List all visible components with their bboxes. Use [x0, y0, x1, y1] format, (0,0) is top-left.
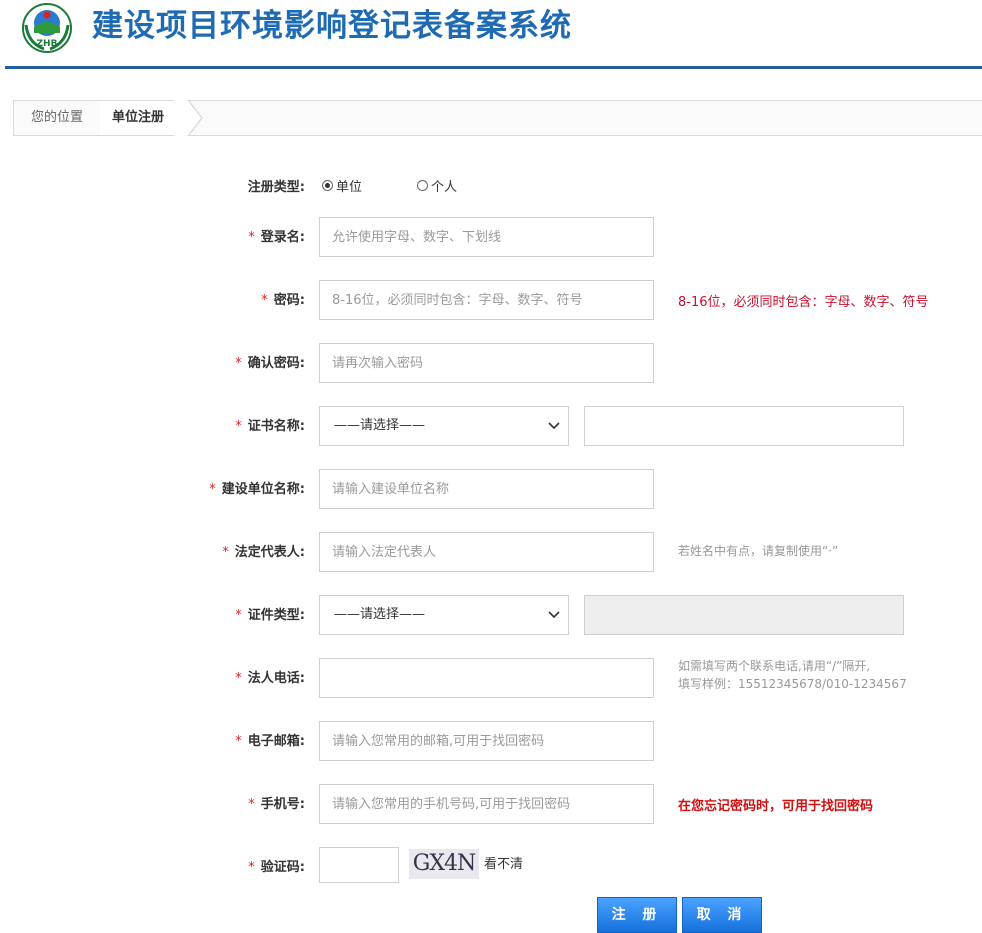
email-input[interactable]	[319, 721, 654, 761]
login-name-row: * 登录名:	[105, 226, 305, 246]
confirm-password-row: * 确认密码:	[105, 352, 305, 372]
required-mark: *	[235, 734, 242, 749]
confirm-password-label: 确认密码:	[247, 356, 305, 371]
required-mark: *	[235, 608, 242, 623]
chevron-down-icon	[548, 611, 560, 619]
cert-name-select-value: ——请选择——	[334, 418, 426, 433]
required-mark: *	[248, 797, 255, 812]
mobile-label: 手机号:	[260, 797, 305, 812]
id-type-row: * 证件类型:	[105, 604, 305, 624]
legal-rep-input[interactable]	[319, 532, 654, 572]
site-title: 建设项目环境影响登记表备案系统	[92, 8, 572, 44]
password-hint: 8-16位，必须同时包含：字母、数字、符号	[678, 295, 929, 310]
legal-phone-hint-line1: 如需填写两个联系电话,请用“/”隔开,	[678, 659, 871, 673]
email-row: * 电子邮箱:	[105, 730, 305, 750]
confirm-password-input[interactable]	[319, 343, 654, 383]
zhb-logo: ZHB	[22, 3, 72, 53]
reg-type-row: 注册类型:	[105, 176, 305, 196]
svg-text:ZHB: ZHB	[37, 39, 58, 49]
reg-type-unit-radio[interactable]: 单位	[322, 176, 362, 195]
required-mark: *	[222, 545, 229, 560]
reg-type-person-radio[interactable]: 个人	[417, 176, 457, 195]
breadcrumb-arrow-icon	[174, 100, 203, 136]
password-input[interactable]	[319, 280, 654, 320]
unit-name-input[interactable]	[319, 469, 654, 509]
captcha-refresh-link[interactable]: 看不清	[484, 853, 523, 872]
password-label: 密码:	[273, 293, 305, 308]
captcha-label: 验证码:	[260, 860, 305, 875]
id-type-select-value: ——请选择——	[334, 607, 426, 622]
login-name-label: 登录名:	[260, 230, 305, 245]
captcha-row: * 验证码:	[105, 856, 305, 876]
login-name-input[interactable]	[319, 217, 654, 257]
password-row: * 密码:	[105, 289, 305, 309]
required-mark: *	[235, 419, 242, 434]
required-mark: *	[261, 293, 268, 308]
mobile-row: * 手机号:	[105, 793, 305, 813]
id-type-select[interactable]: ——请选择——	[319, 595, 569, 635]
cert-name-label: 证书名称:	[247, 419, 305, 434]
legal-phone-row: * 法人电话:	[105, 667, 305, 687]
required-mark: *	[235, 671, 242, 686]
legal-phone-hint-line2: 填写样例：15512345678/010-1234567	[678, 677, 907, 691]
required-mark: *	[209, 482, 216, 497]
radio-checked-icon	[322, 180, 333, 191]
reg-type-unit-label: 单位	[336, 180, 363, 195]
unit-name-row: * 建设单位名称:	[105, 478, 305, 498]
captcha-input[interactable]	[319, 847, 399, 883]
cert-name-extra-input[interactable]	[584, 406, 904, 446]
captcha-image[interactable]: GX4N	[409, 849, 479, 879]
radio-unchecked-icon	[417, 180, 428, 191]
mobile-hint: 在您忘记密码时，可用于找回密码	[678, 799, 874, 814]
legal-phone-label: 法人电话:	[247, 671, 305, 686]
cert-name-row: * 证书名称:	[105, 415, 305, 435]
mobile-input[interactable]	[319, 784, 654, 824]
breadcrumb: 您的位置 单位注册	[13, 100, 982, 136]
legal-rep-hint: 若姓名中有点，请复制使用“·”	[678, 544, 839, 558]
breadcrumb-location-label: 您的位置	[14, 101, 101, 135]
id-type-label: 证件类型:	[247, 608, 305, 623]
id-number-input[interactable]	[584, 595, 904, 635]
required-mark: *	[248, 860, 255, 875]
legal-rep-label: 法定代表人:	[234, 545, 305, 560]
legal-phone-hint: 如需填写两个联系电话,请用“/”隔开, 填写样例：15512345678/010…	[678, 657, 907, 693]
chevron-down-icon	[548, 422, 560, 430]
reg-type-person-label: 个人	[431, 180, 458, 195]
legal-phone-input[interactable]	[319, 658, 654, 698]
required-mark: *	[235, 356, 242, 371]
header-divider	[5, 66, 982, 69]
cancel-button[interactable]: 取 消	[682, 897, 762, 933]
register-button[interactable]: 注 册	[597, 897, 677, 933]
breadcrumb-current: 单位注册	[100, 101, 180, 135]
legal-rep-row: * 法定代表人:	[105, 541, 305, 561]
reg-type-label: 注册类型:	[247, 180, 305, 195]
cert-name-select[interactable]: ——请选择——	[319, 406, 569, 446]
unit-name-label: 建设单位名称:	[221, 482, 305, 497]
email-label: 电子邮箱:	[247, 734, 305, 749]
required-mark: *	[248, 230, 255, 245]
